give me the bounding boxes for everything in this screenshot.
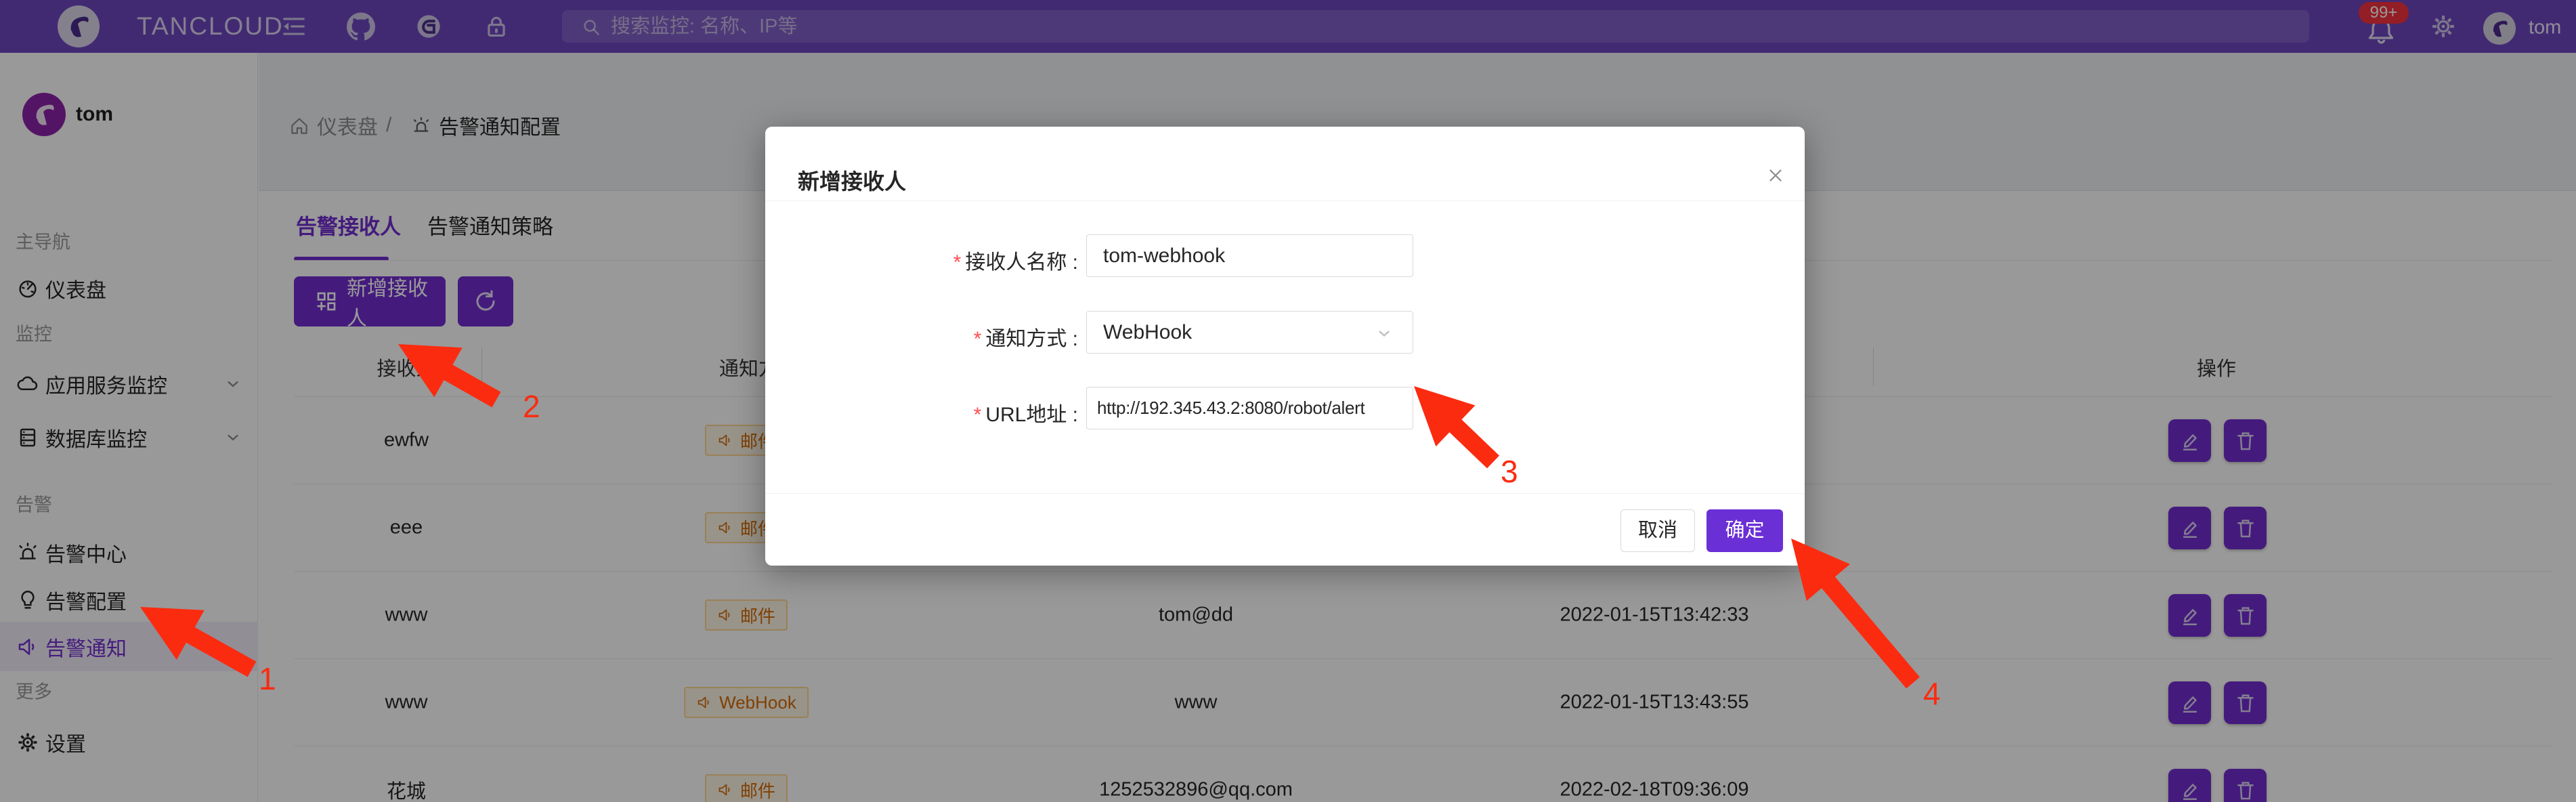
modal-header-divider [765,200,1805,201]
receiver-name-input[interactable]: tom-webhook [1086,234,1413,277]
required-asterisk: * [953,251,962,274]
modal-title: 新增接收人 [798,165,906,196]
receiver-name-value: tom-webhook [1103,245,1225,267]
confirm-button[interactable]: 确定 [1706,509,1783,552]
chevron-down-icon [1375,312,1394,353]
required-asterisk: * [974,404,982,426]
field-label-name: *接收人名称 : [780,245,1078,275]
webhook-url-value: http://192.345.43.2:8080/robot/alert [1097,398,1365,418]
modal-footer-divider [765,493,1805,494]
required-asterisk: * [974,328,982,350]
close-icon[interactable] [1755,155,1796,196]
notify-method-select[interactable]: WebHook [1086,311,1413,354]
webhook-url-input[interactable]: http://192.345.43.2:8080/robot/alert [1086,387,1413,429]
cancel-button[interactable]: 取消 [1620,509,1695,552]
app-root: TANCLOUD 搜索监控: 名称、IP等 99+ tom tom 主导航 仪表… [0,0,2576,802]
field-label-method: *通知方式 : [780,322,1078,352]
notify-method-value: WebHook [1103,321,1192,343]
add-receiver-modal: 新增接收人 *接收人名称 : tom-webhook *通知方式 : WebHo… [765,127,1805,566]
field-label-url: *URL地址 : [780,398,1078,427]
